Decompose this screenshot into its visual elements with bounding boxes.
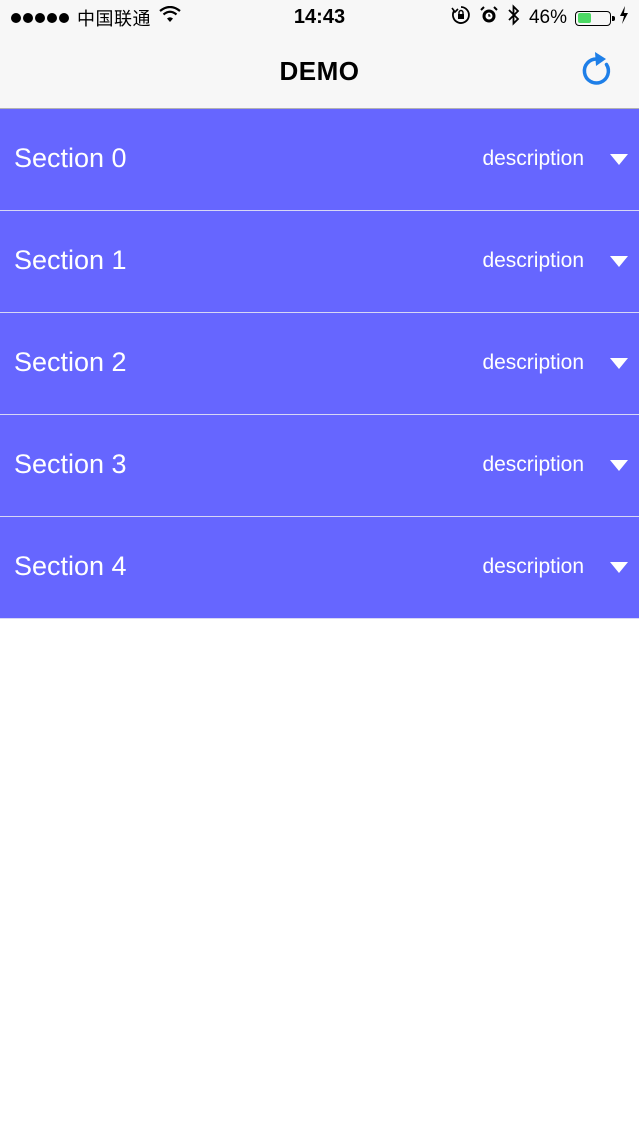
section-header-1[interactable]: Section 1 description xyxy=(0,211,639,313)
section-title: Section 3 xyxy=(14,449,127,479)
battery-fill xyxy=(577,13,592,23)
refresh-icon xyxy=(582,52,611,85)
section-header-4[interactable]: Section 4 description xyxy=(0,517,639,619)
refresh-button[interactable] xyxy=(577,50,617,90)
section-description: description xyxy=(482,249,584,272)
section-description: description xyxy=(482,555,584,578)
battery-icon xyxy=(575,10,615,26)
charging-bolt-icon xyxy=(619,6,629,30)
alarm-icon xyxy=(479,5,499,31)
bluetooth-icon xyxy=(507,4,521,32)
chevron-down-icon xyxy=(610,358,628,369)
section-title: Section 1 xyxy=(14,245,127,275)
chevron-down-icon xyxy=(610,460,628,471)
section-description: description xyxy=(482,453,584,476)
chevron-down-icon xyxy=(610,562,628,573)
rotation-lock-icon xyxy=(451,5,471,31)
section-header-2[interactable]: Section 2 description xyxy=(0,313,639,415)
chevron-down-icon xyxy=(610,256,628,267)
navigation-bar: DEMO xyxy=(0,36,639,109)
chevron-down-icon xyxy=(610,154,628,165)
status-right: 46% xyxy=(451,4,629,32)
battery-percent: 46% xyxy=(528,7,567,28)
section-description: description xyxy=(482,351,584,374)
page-title: DEMO xyxy=(279,56,360,86)
section-list: Section 0 description Section 1 descript… xyxy=(0,109,639,619)
section-title: Section 0 xyxy=(14,143,127,173)
section-header-3[interactable]: Section 3 description xyxy=(0,415,639,517)
section-title: Section 2 xyxy=(14,347,127,377)
section-header-0[interactable]: Section 0 description xyxy=(0,109,639,211)
section-description: description xyxy=(482,147,584,170)
status-bar: 中国联通 14:43 46% xyxy=(0,0,639,36)
section-title: Section 4 xyxy=(14,551,127,581)
